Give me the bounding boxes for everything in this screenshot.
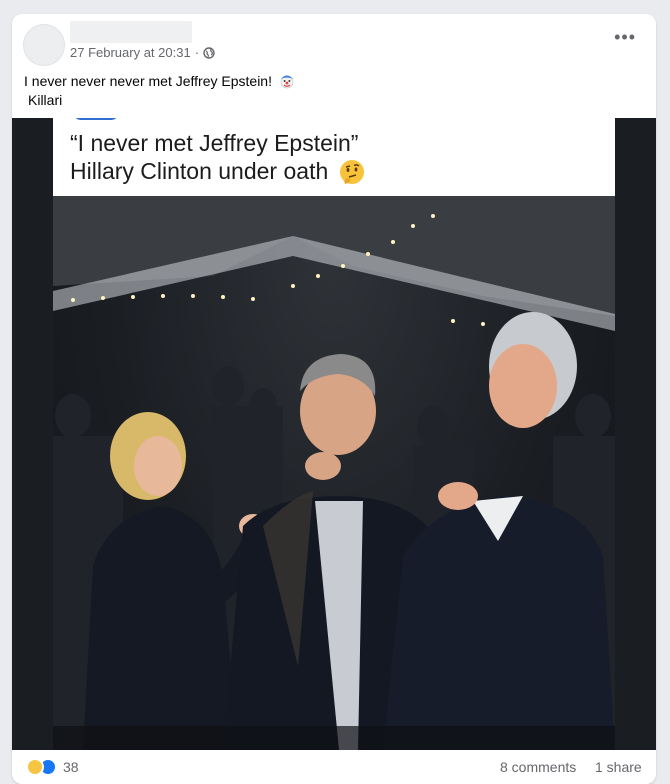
avatar[interactable] [23, 24, 65, 66]
author-name-redacted[interactable] [70, 21, 192, 43]
more-options-icon[interactable]: ••• [614, 28, 636, 46]
globe-icon[interactable] [203, 46, 215, 59]
caption-line-1: I never never never met Jeffrey Epstein! [24, 73, 272, 89]
shares-link[interactable]: 1 share [595, 759, 642, 775]
banner-arc [73, 118, 119, 120]
quote-line-2: Hillary Clinton under oath [70, 158, 329, 184]
reactions-summary[interactable]: 38 [26, 758, 79, 776]
post-meta: 27 February at 20:31 · [70, 45, 215, 60]
meta-separator: · [194, 45, 200, 60]
post-caption: I never never never met Jeffrey Epstein!… [24, 72, 295, 110]
reaction-count: 38 [63, 759, 79, 775]
post-image[interactable]: “I never met Jeffrey Epstein” Hillary Cl… [12, 118, 656, 750]
caption-line-2: Killari [28, 92, 63, 108]
post-footer: 38 8 comments 1 share [12, 750, 656, 784]
comments-link[interactable]: 8 comments [500, 759, 576, 775]
quote-banner: “I never met Jeffrey Epstein” Hillary Cl… [53, 118, 615, 196]
thinking-face-icon [340, 160, 364, 184]
post-header: 27 February at 20:31 · ••• [12, 14, 656, 74]
clown-face-icon [280, 75, 294, 89]
haha-reaction-icon [26, 758, 44, 776]
quote-line-1: “I never met Jeffrey Epstein” [70, 130, 359, 156]
post-timestamp[interactable]: 27 February at 20:31 [70, 45, 191, 60]
photo-scene [53, 196, 615, 750]
post-card: 27 February at 20:31 · ••• I never never… [12, 14, 656, 784]
meme-image: “I never met Jeffrey Epstein” Hillary Cl… [53, 118, 615, 750]
